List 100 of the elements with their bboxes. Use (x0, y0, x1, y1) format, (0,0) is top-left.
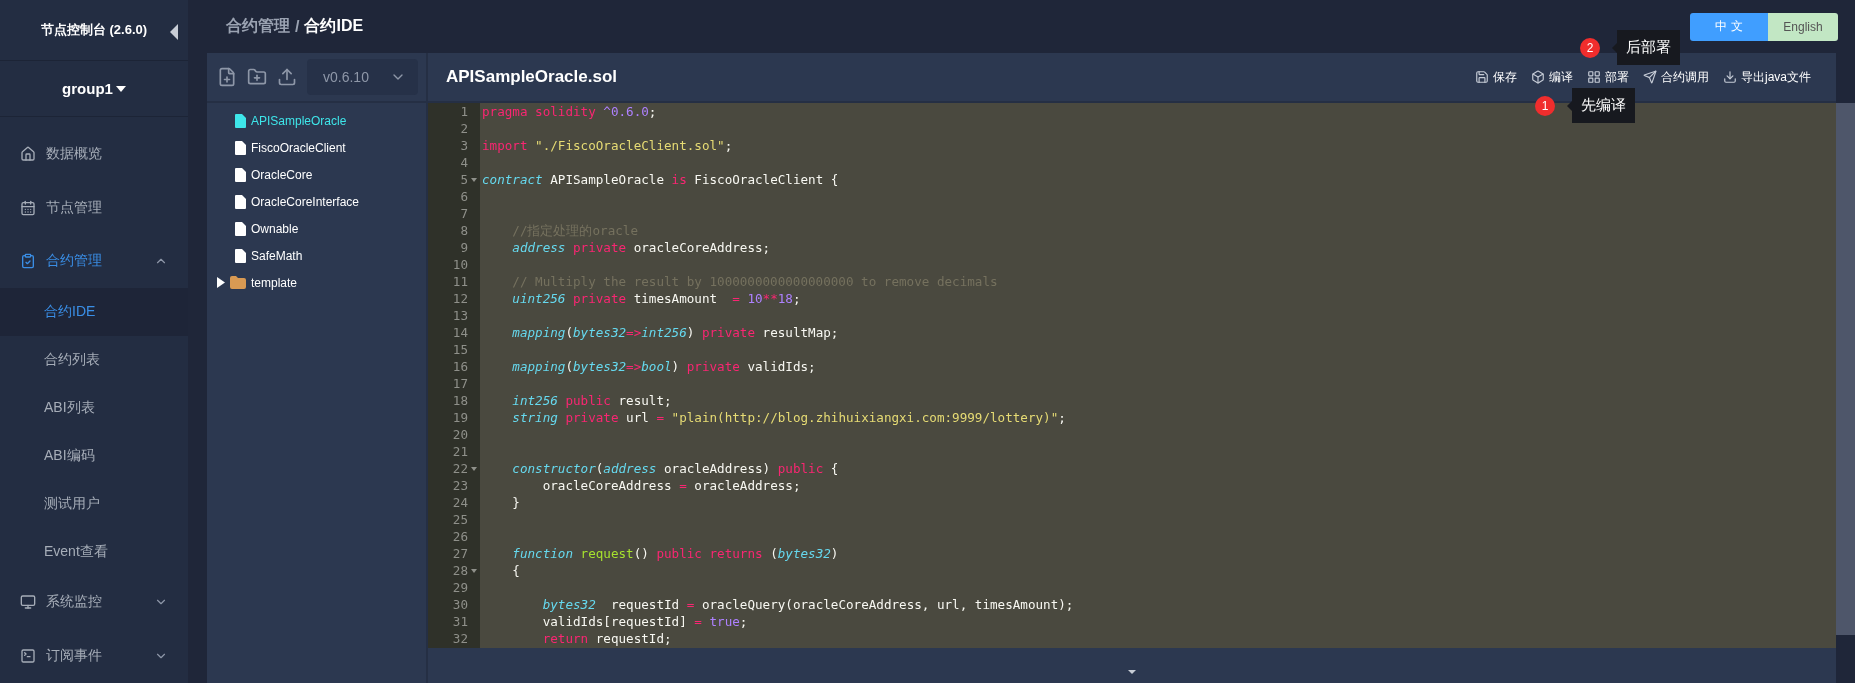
line-number: 29 (451, 579, 468, 596)
submenu-item[interactable]: 测试用户 (0, 479, 188, 528)
file-icon (235, 221, 246, 236)
submenu-item[interactable]: ABI列表 (0, 383, 188, 432)
code-line: uint256 private timesAmount = 10**18; (511, 290, 801, 307)
fold-icon[interactable] (471, 466, 477, 471)
submenu-item[interactable]: ABI编码 (0, 431, 188, 480)
line-number: 10 (451, 256, 468, 273)
menu-item[interactable]: 节点管理 (0, 180, 188, 235)
toolbar-action[interactable]: 保存 (1475, 68, 1517, 86)
line-number: 7 (459, 205, 468, 222)
collapse-sidebar-button[interactable] (170, 24, 178, 40)
tree-item[interactable]: Ownable (207, 215, 426, 242)
line-number: 12 (451, 290, 468, 307)
toolbar-action[interactable]: 编译 (1531, 68, 1573, 86)
upload-icon[interactable] (277, 67, 297, 87)
toolbar-action[interactable]: 合约调用 (1643, 68, 1709, 86)
line-number: 28 (451, 562, 468, 579)
app-title: 节点控制台 (2.6.0) (40, 21, 148, 40)
breadcrumb-link[interactable]: 合约管理 (226, 16, 290, 37)
fold-icon[interactable] (471, 568, 477, 573)
line-number: 26 (451, 528, 468, 545)
new-folder-icon[interactable] (247, 67, 267, 87)
file-icon (235, 194, 246, 209)
line-number: 20 (451, 426, 468, 443)
scrollbar[interactable] (1836, 103, 1855, 635)
tree-item[interactable]: OracleCore (207, 161, 426, 188)
version-select[interactable]: v0.6.10 (307, 59, 418, 95)
send-icon (1643, 70, 1657, 84)
calendar-icon (20, 199, 36, 216)
line-number: 5 (459, 171, 468, 188)
terminal-icon (20, 648, 36, 665)
code-line: bytes32 requestId = oracleQuery(oracleCoreAddress, url, timesAmount); (541, 596, 1074, 613)
line-number: 14 (451, 324, 468, 341)
language-button[interactable]: English (1768, 12, 1838, 41)
file-icon (235, 248, 246, 263)
code-line: int256 public result; (511, 392, 672, 409)
toolbar-action[interactable]: 导出java文件 (1723, 68, 1811, 86)
cube-icon (1531, 70, 1545, 84)
folder-icon (230, 276, 246, 289)
code-line: return requestId; (541, 630, 672, 647)
file-title: APISampleOracle.sol (446, 67, 618, 87)
breadcrumb-current: 合约IDE (304, 16, 364, 36)
line-number: 24 (451, 494, 468, 511)
monitor-icon (20, 594, 36, 611)
code-line: } (511, 494, 520, 511)
file-icon (235, 113, 246, 128)
line-number: 32 (451, 630, 468, 647)
save-icon (1475, 70, 1489, 84)
file-icon (235, 167, 246, 182)
line-number: 19 (451, 409, 468, 426)
breadcrumb-separator: / (295, 17, 300, 36)
tree-item[interactable]: SafeMath (207, 242, 426, 269)
line-number: 30 (451, 596, 468, 613)
line-number: 11 (451, 273, 468, 290)
menu-item[interactable]: 系统监控 (0, 575, 188, 630)
line-number: 18 (451, 392, 468, 409)
code-line: mapping(bytes32=>int256) private resultMap; (511, 324, 839, 341)
tree-item[interactable]: FiscoOracleClient (207, 134, 426, 161)
tree-item[interactable]: template (207, 269, 426, 296)
line-number: 2 (459, 120, 468, 137)
line-number: 4 (459, 154, 468, 171)
code-line: { (511, 562, 520, 579)
line-number: 8 (459, 222, 468, 239)
line-number: 27 (451, 545, 468, 562)
line-number: 9 (459, 239, 468, 256)
code-line: contract APISampleOracle is FiscoOracleClient { (481, 171, 839, 188)
code-line: oracleCoreAddress = oracleAddress; (541, 477, 801, 494)
line-number: 21 (451, 443, 468, 460)
tree-item[interactable]: OracleCoreInterface (207, 188, 426, 215)
grid-icon (1587, 70, 1601, 84)
expand-console-button[interactable] (1128, 670, 1136, 674)
clipboard-icon (20, 253, 36, 270)
menu-item[interactable]: 数据概览 (0, 127, 188, 181)
step-badge: 2 (1580, 37, 1600, 58)
tooltip: 先编译 (1567, 88, 1635, 123)
code-line: validIds[requestId] = true; (541, 613, 748, 630)
home-icon (20, 145, 36, 162)
line-number: 23 (451, 477, 468, 494)
line-number: 22 (451, 460, 468, 477)
submenu-item[interactable]: 合约IDE (0, 288, 188, 336)
group-selector[interactable]: group1 (62, 80, 126, 98)
toolbar-action[interactable]: 部署 (1587, 68, 1629, 86)
fold-icon[interactable] (471, 177, 477, 182)
line-number: 16 (451, 358, 468, 375)
expand-arrow-icon[interactable] (217, 277, 225, 288)
line-number: 15 (451, 341, 468, 358)
code-line: address private oracleCoreAddress; (511, 239, 771, 256)
menu-item[interactable]: 合约管理 (0, 234, 188, 289)
code-line: constructor(address oracleAddress) public { (511, 460, 839, 477)
line-number: 3 (459, 137, 468, 154)
tree-item[interactable]: APISampleOracle (207, 107, 426, 134)
submenu-item[interactable]: 合约列表 (0, 336, 188, 384)
code-line: string private url = "plain(http://blog.zhihuixiangxi.com:9999/lottery)"; (511, 409, 1066, 426)
code-line: import "./FiscoOracleClient.sol"; (481, 137, 733, 154)
line-number: 25 (451, 511, 468, 528)
new-file-icon[interactable] (217, 67, 237, 87)
submenu-item[interactable]: Event查看 (0, 527, 188, 576)
code-line: pragma solidity ^0.6.0; (481, 103, 657, 120)
menu-item[interactable]: 订阅事件 (0, 629, 188, 683)
